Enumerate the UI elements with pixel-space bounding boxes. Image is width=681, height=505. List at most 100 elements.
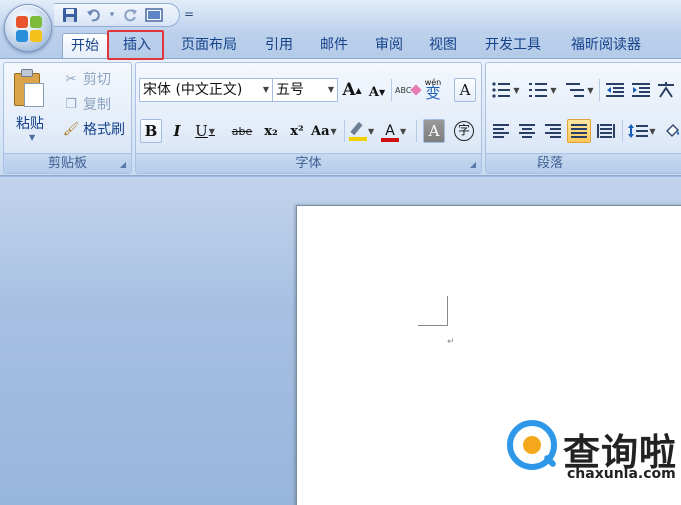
line-spacing-dropdown-icon[interactable]: ▼: [649, 127, 655, 136]
font-name-combo[interactable]: 宋体 (中文正文) ▼: [139, 78, 273, 102]
text-highlight-button[interactable]: ▼: [349, 119, 374, 143]
scissors-icon: ✂: [65, 71, 77, 87]
font-size-combo[interactable]: 五号 ▼: [272, 78, 338, 102]
shading-button[interactable]: [660, 119, 681, 143]
office-button[interactable]: [4, 4, 52, 52]
align-center-button[interactable]: [515, 119, 539, 143]
tab-insert[interactable]: 插入: [112, 33, 162, 58]
change-case-label: Aa: [311, 123, 330, 139]
tab-foxit-reader[interactable]: 福昕阅读器: [560, 33, 652, 58]
watermark-brand-en: chaxunla.com: [567, 466, 676, 482]
underline-button[interactable]: U ▼: [194, 119, 216, 143]
superscript-button[interactable]: x²: [286, 119, 308, 143]
customize-qat-button[interactable]: =: [184, 7, 194, 21]
justify-button[interactable]: [567, 119, 591, 143]
underline-dropdown-icon[interactable]: ▼: [209, 127, 215, 136]
tab-mailings[interactable]: 邮件: [311, 33, 357, 58]
numbering-dropdown-icon[interactable]: ▼: [550, 86, 556, 95]
italic-label: I: [173, 122, 181, 140]
tab-view[interactable]: 视图: [420, 33, 466, 58]
line-spacing-button[interactable]: ▼: [626, 119, 658, 143]
highlight-dropdown-icon[interactable]: ▼: [368, 127, 374, 136]
change-case-button[interactable]: Aa ▼: [311, 119, 337, 143]
phonetic-guide-button[interactable]: wén 变: [422, 76, 444, 102]
tab-review[interactable]: 审阅: [366, 33, 412, 58]
tab-page-layout[interactable]: 页面布局: [171, 33, 247, 58]
strikethrough-button[interactable]: abe: [231, 119, 253, 143]
undo-button[interactable]: [84, 5, 104, 25]
cut-button[interactable]: ✂ 剪切: [62, 69, 111, 89]
tab-developer[interactable]: 开发工具: [475, 33, 551, 58]
grow-font-label: A: [342, 80, 356, 100]
font-name-dropdown-icon[interactable]: ▼: [263, 79, 269, 101]
margin-corner-mark-horizontal: [418, 325, 448, 326]
change-case-dropdown-icon[interactable]: ▼: [331, 126, 337, 136]
eraser-icon: [410, 84, 423, 96]
copy-button[interactable]: ❐ 复制: [62, 94, 111, 114]
format-painter-button[interactable]: 🖌 格式刷: [62, 119, 125, 139]
increase-indent-button[interactable]: [629, 78, 653, 102]
decrease-indent-button[interactable]: [603, 78, 627, 102]
font-dialog-launcher-icon[interactable]: ◢: [470, 160, 476, 169]
paragraph-mark: ↵: [447, 337, 455, 347]
undo-dropdown[interactable]: ▾: [108, 5, 116, 25]
character-shading-button[interactable]: A: [423, 119, 445, 143]
align-center-icon: [519, 124, 535, 138]
tab-references[interactable]: 引用: [256, 33, 302, 58]
font-color-button[interactable]: A ▼: [381, 119, 406, 143]
margin-corner-mark: [447, 296, 448, 326]
chinese-layout-button[interactable]: [654, 78, 678, 102]
increase-indent-icon: [632, 83, 650, 97]
bold-button[interactable]: B: [140, 119, 162, 143]
font-size-dropdown-icon[interactable]: ▼: [328, 79, 334, 101]
bullets-dropdown-icon[interactable]: ▼: [513, 86, 519, 95]
save-button[interactable]: [60, 5, 80, 25]
save-icon: [63, 8, 77, 22]
print-preview-button[interactable]: [144, 5, 164, 25]
paragraph-separator: [599, 79, 600, 101]
tab-home[interactable]: 开始: [62, 33, 108, 58]
multilevel-list-button[interactable]: ▼: [564, 78, 596, 102]
shrink-font-button[interactable]: A ▼: [366, 80, 388, 104]
align-right-button[interactable]: [541, 119, 565, 143]
office-logo-icon: [16, 16, 42, 42]
chaxunla-watermark: 查询啦 chaxunla.com: [505, 420, 681, 505]
align-right-icon: [545, 124, 561, 138]
character-border-button[interactable]: A: [454, 78, 476, 102]
font-group-label: 字体: [136, 153, 481, 173]
align-left-icon: [493, 124, 509, 138]
font-color-dropdown-icon[interactable]: ▼: [400, 127, 406, 136]
italic-button[interactable]: I: [166, 119, 188, 143]
underline-label: U: [195, 122, 208, 140]
font-separator-2: [344, 120, 345, 142]
clipboard-dialog-launcher-icon[interactable]: ◢: [120, 160, 126, 169]
character-border-label: A: [459, 81, 471, 99]
paragraph-separator-2: [622, 120, 623, 142]
phonetic-guide-char: 变: [425, 84, 441, 102]
bullets-button[interactable]: ▼: [489, 78, 523, 102]
ribbon-tabs: 开始 插入 页面布局 引用 邮件 审阅 视图 开发工具 福昕阅读器: [0, 30, 681, 58]
clipboard-group-label: 剪贴板: [4, 153, 131, 173]
paste-dropdown-icon: ▼: [29, 133, 36, 142]
enclose-characters-button[interactable]: 字: [452, 119, 476, 143]
clipboard-group: 粘贴 ▼ ✂ 剪切 ❐ 复制 🖌 格式刷 剪贴板 ◢: [3, 62, 132, 174]
distributed-button[interactable]: [594, 119, 618, 143]
grow-font-button[interactable]: A ▲: [341, 78, 363, 102]
highlighter-icon: [349, 121, 367, 141]
character-shading-label: A: [428, 122, 440, 140]
ribbon: 粘贴 ▼ ✂ 剪切 ❐ 复制 🖌 格式刷 剪贴板 ◢ 宋体 (中文正文) ▼ 五…: [0, 58, 681, 176]
justify-icon: [571, 124, 587, 138]
paste-button[interactable]: 粘贴 ▼: [4, 63, 56, 153]
subscript-button[interactable]: x₂: [260, 119, 282, 143]
redo-button[interactable]: [120, 5, 140, 25]
font-group: 宋体 (中文正文) ▼ 五号 ▼ A ▲ A ▼ ABC wén 变 A B I…: [135, 62, 482, 174]
font-separator-3: [416, 120, 417, 142]
shrink-font-label: A: [368, 84, 379, 100]
numbering-button[interactable]: ▼: [526, 78, 560, 102]
subscript-label: x₂: [264, 123, 278, 139]
clear-formatting-button[interactable]: ABC: [395, 78, 423, 102]
multilevel-list-dropdown-icon[interactable]: ▼: [587, 86, 593, 95]
align-left-button[interactable]: [489, 119, 513, 143]
print-preview-icon: [145, 8, 163, 22]
enclose-characters-label: 字: [454, 121, 474, 141]
